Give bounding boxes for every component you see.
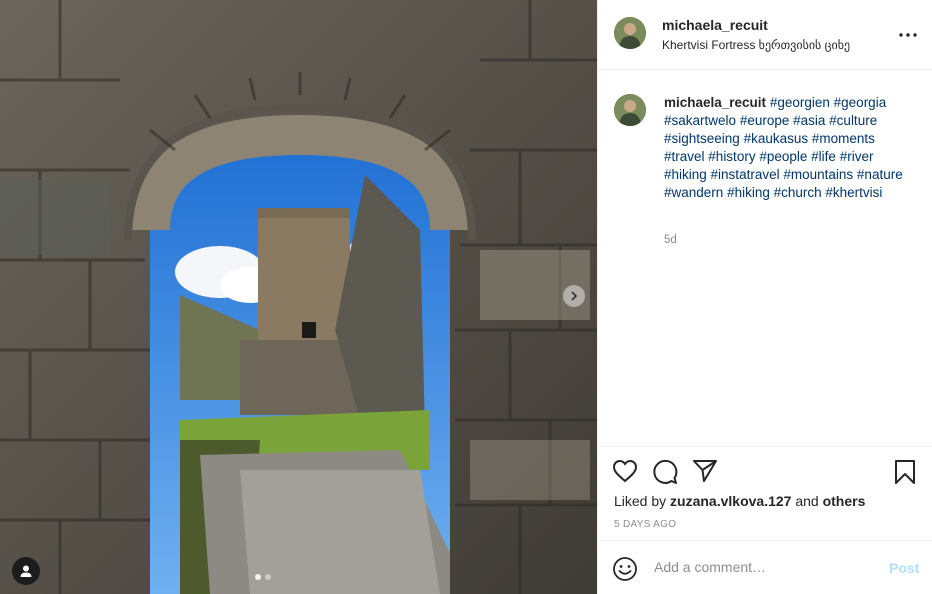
post-comment-button[interactable]: Post <box>889 560 919 576</box>
comment-input[interactable] <box>654 557 874 577</box>
user-tag-icon <box>20 565 32 577</box>
post-header: michaela_recuit Khertvisi Fortress ხერთვ… <box>598 0 932 70</box>
comment-icon <box>653 459 678 484</box>
likes-others-link[interactable]: others <box>823 493 866 509</box>
hashtag-link[interactable]: #nature <box>857 167 903 182</box>
save-button[interactable] <box>894 459 916 485</box>
hashtag-link[interactable]: #europe <box>740 113 790 128</box>
tagged-users-button[interactable] <box>12 557 40 585</box>
bookmark-icon <box>895 460 915 484</box>
hashtag-link[interactable]: #khertvisi <box>825 185 882 200</box>
hashtag-link[interactable]: #kaukasus <box>744 131 809 146</box>
hashtag-link[interactable]: #people <box>759 149 807 164</box>
hashtag-link[interactable]: #sightseeing <box>664 131 740 146</box>
avatar-image <box>614 94 646 126</box>
hashtag-link[interactable]: #wandern <box>664 185 723 200</box>
more-options-button[interactable] <box>896 24 920 46</box>
hashtag-link[interactable]: #hiking <box>664 167 707 182</box>
comment-button[interactable] <box>652 459 678 485</box>
comment-bar: Post <box>598 540 932 594</box>
carousel-dot <box>255 574 261 580</box>
likes-conjunction: and <box>795 493 819 509</box>
hashtag-link[interactable]: #river <box>840 149 874 164</box>
avatar[interactable] <box>614 17 646 49</box>
hashtag-list: #georgien #georgia #sakartwelo #europe #… <box>664 95 903 200</box>
post-details-panel: michaela_recuit Khertvisi Fortress ხერთვ… <box>597 0 932 594</box>
hashtag-link[interactable]: #sakartwelo <box>664 113 736 128</box>
post-actions: Liked by zuzana.vlkova.127 and others 5 … <box>598 446 932 540</box>
avatar-image <box>614 17 646 49</box>
hashtag-link[interactable]: #moments <box>812 131 875 146</box>
fortress-arch-photo <box>0 0 597 594</box>
share-button[interactable] <box>692 459 718 483</box>
hashtag-link[interactable]: #hiking <box>727 185 770 200</box>
emoji-button[interactable] <box>612 556 638 587</box>
hashtag-link[interactable]: #history <box>708 149 755 164</box>
hashtag-link[interactable]: #church <box>774 185 822 200</box>
more-options-icon <box>899 33 917 37</box>
hashtag-link[interactable]: #instatravel <box>711 167 780 182</box>
hashtag-link[interactable]: #georgien <box>770 95 830 110</box>
likes-summary: Liked by zuzana.vlkova.127 and others <box>614 493 865 509</box>
post-date[interactable]: 5 DAYS AGO <box>614 519 676 530</box>
hashtag-link[interactable]: #mountains <box>783 167 853 182</box>
like-button[interactable] <box>612 459 638 483</box>
hashtag-link[interactable]: #georgia <box>834 95 887 110</box>
heart-icon <box>612 459 638 483</box>
hashtag-link[interactable]: #travel <box>664 149 705 164</box>
post-modal: michaela_recuit Khertvisi Fortress ხერთვ… <box>0 0 932 594</box>
hashtag-link[interactable]: #asia <box>793 113 825 128</box>
hashtag-link[interactable]: #culture <box>829 113 877 128</box>
post-location[interactable]: Khertvisi Fortress ხერთვისის ციხე <box>662 38 850 52</box>
post-photo[interactable] <box>0 0 597 594</box>
carousel-indicator <box>255 574 271 580</box>
next-image-button[interactable] <box>563 285 585 307</box>
caption-timestamp[interactable]: 5d <box>664 234 677 246</box>
avatar[interactable] <box>614 94 646 126</box>
hashtag-link[interactable]: #life <box>811 149 836 164</box>
caption-section: michaela_recuit #georgien #georgia #saka… <box>598 70 932 446</box>
caption-text: michaela_recuit #georgien #georgia #saka… <box>664 94 919 202</box>
post-author-username[interactable]: michaela_recuit <box>662 17 768 33</box>
likes-prefix: Liked by <box>614 493 667 509</box>
emoji-icon <box>613 557 637 581</box>
caption-username[interactable]: michaela_recuit <box>664 95 766 110</box>
share-icon <box>693 460 717 482</box>
chevron-right-icon <box>571 291 578 301</box>
carousel-dot <box>265 574 271 580</box>
liked-by-user[interactable]: zuzana.vlkova.127 <box>670 493 791 509</box>
